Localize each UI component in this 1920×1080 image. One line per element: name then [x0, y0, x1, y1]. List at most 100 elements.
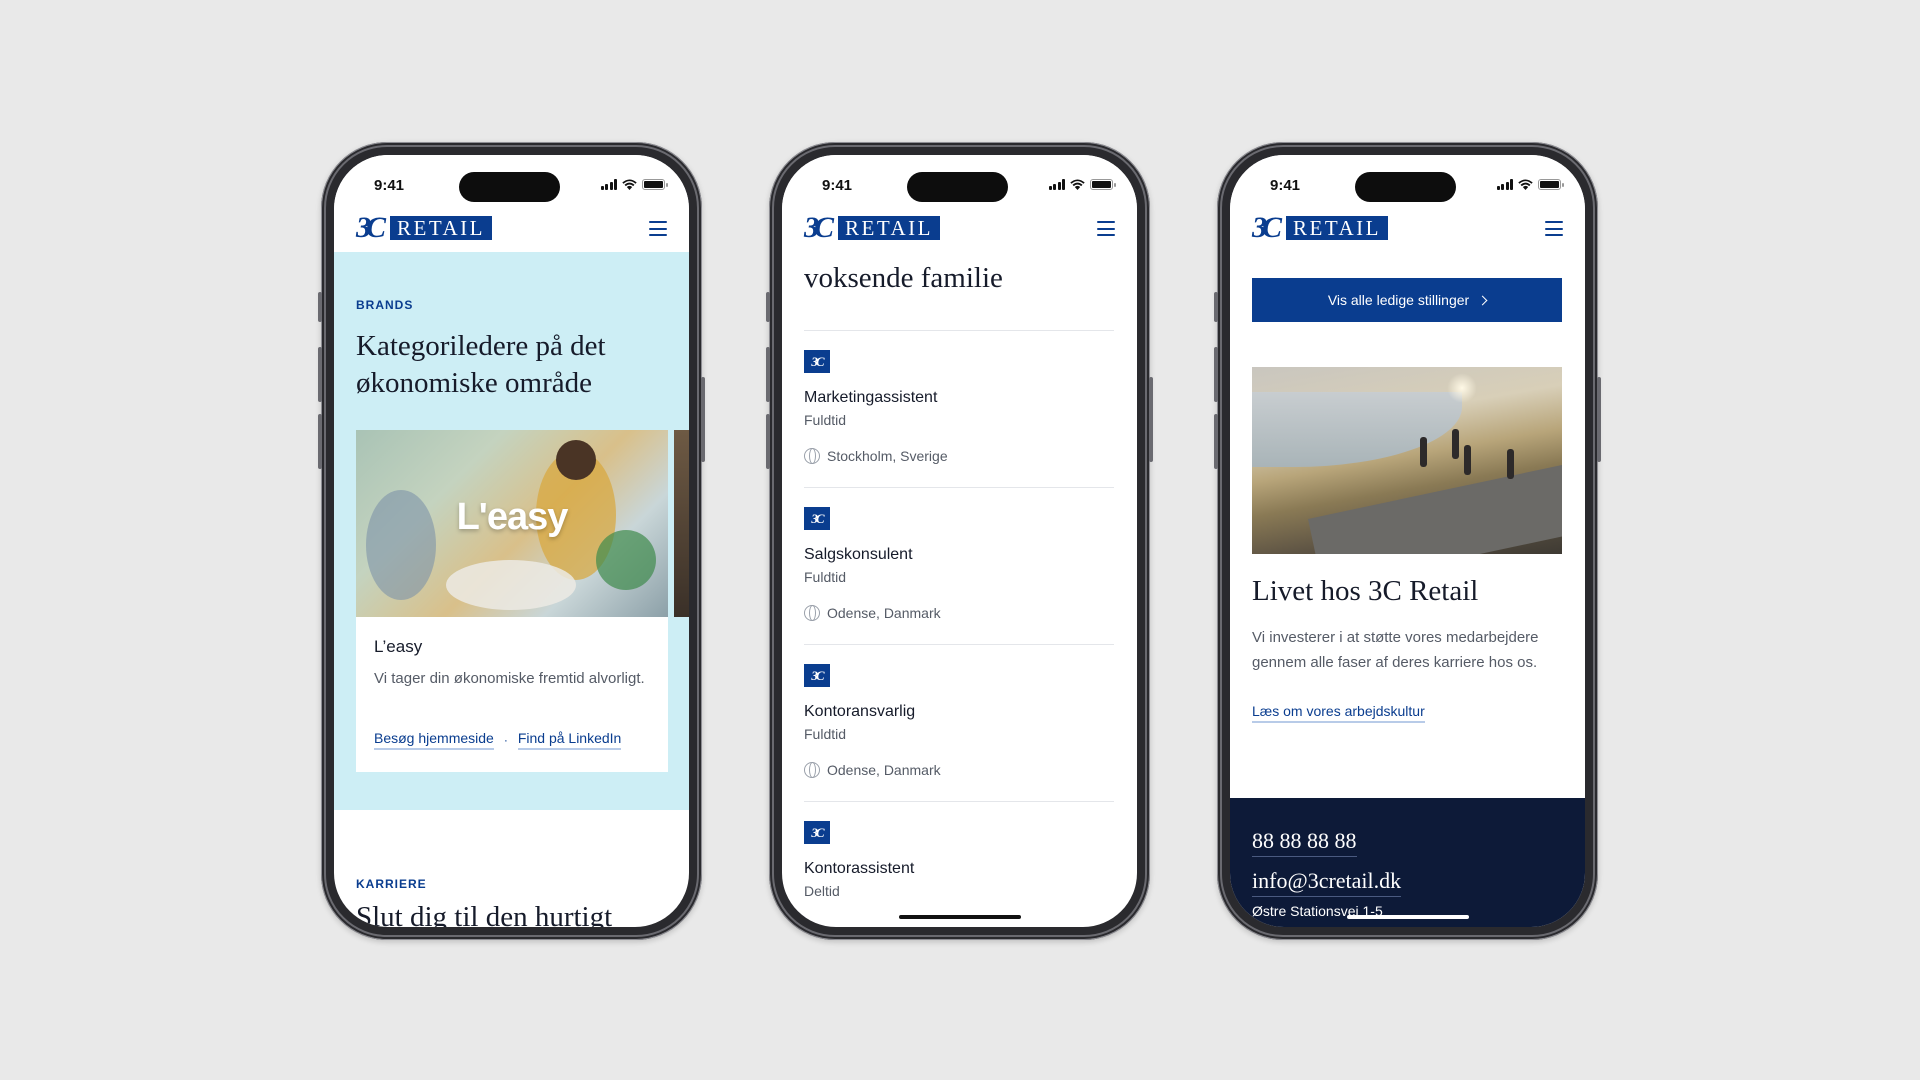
screen: 9:41 3C RETAIL BRANDS Kategoriledere på …	[334, 155, 689, 927]
view-all-jobs-button[interactable]: Vis alle ledige stillinger	[1252, 278, 1562, 322]
status-icons	[600, 179, 668, 190]
status-bar: 9:41	[1230, 155, 1585, 207]
view-all-jobs-label: Vis alle ledige stillinger	[1327, 292, 1470, 308]
job-item[interactable]: 3C Marketingassistent Fuldtid Stockholm,…	[804, 330, 1114, 487]
dynamic-island	[907, 172, 1008, 202]
job-title: Salgskonsulent	[804, 546, 913, 563]
volume-up-button	[318, 347, 322, 402]
next-card-peek[interactable]	[674, 430, 689, 617]
job-location-text: Odense, Danmark	[827, 605, 941, 621]
battery-icon	[1090, 179, 1116, 190]
volume-up-button	[1214, 347, 1218, 402]
company-logo-icon: 3C	[804, 350, 830, 373]
chevron-right-icon	[1477, 295, 1488, 305]
job-type: Fuldtid	[804, 726, 847, 742]
brand-name: L’easy	[374, 637, 423, 656]
work-culture-link[interactable]: Læs om vores arbejdskultur	[1252, 703, 1425, 723]
volume-down-button	[318, 414, 322, 469]
brand-description: Vi tager din økonomiske fremtid alvorlig…	[374, 670, 645, 687]
battery-icon	[642, 179, 668, 190]
status-icons	[1048, 179, 1116, 190]
site-footer: 88 88 88 88 info@3cretail.dk Østre Stati…	[1230, 798, 1585, 927]
status-bar: 9:41	[334, 155, 689, 207]
hamburger-menu-icon[interactable]	[1545, 221, 1563, 236]
job-location: Odense, Danmark	[804, 762, 941, 778]
logo-wordmark: RETAIL	[1286, 216, 1388, 240]
volume-up-button	[766, 347, 770, 402]
culture-description: Vi investerer i at støtte vores medarbej…	[1252, 629, 1539, 671]
power-button	[1149, 377, 1153, 462]
job-title: Marketingassistent	[804, 389, 938, 406]
wifi-icon	[1518, 179, 1533, 190]
dynamic-island	[459, 172, 560, 202]
site-logo[interactable]: 3C RETAIL	[804, 211, 940, 244]
logo-mark: 3C	[804, 211, 834, 244]
mute-switch	[1214, 292, 1218, 322]
hamburger-menu-icon[interactable]	[649, 221, 667, 236]
site-header: 3C RETAIL	[334, 207, 689, 252]
wifi-icon	[1070, 179, 1085, 190]
volume-down-button	[1214, 414, 1218, 469]
globe-icon	[804, 448, 820, 464]
status-time: 9:41	[374, 177, 405, 194]
logo-wordmark: RETAIL	[838, 216, 940, 240]
career-title: Slut dig til den hurtigt	[356, 901, 613, 927]
logo-wordmark: RETAIL	[390, 216, 492, 240]
linkedin-link[interactable]: Find på LinkedIn	[517, 730, 622, 750]
power-button	[1597, 377, 1601, 462]
screen: 9:41 3C RETAIL voksende familie 3C Marke…	[782, 155, 1137, 927]
status-bar: 9:41	[782, 155, 1137, 207]
link-separator: ·	[503, 733, 508, 747]
visit-homepage-link[interactable]: Besøg hjemmeside	[374, 730, 494, 750]
job-location: Stockholm, Sverige	[804, 448, 948, 464]
company-logo-icon: 3C	[804, 507, 830, 530]
brands-section: BRANDS Kategoriledere på det økonomiske …	[334, 252, 689, 810]
hamburger-menu-icon[interactable]	[1097, 221, 1115, 236]
phone-jobs: 9:41 3C RETAIL voksende familie 3C Marke…	[766, 142, 1153, 940]
job-type: Deltid	[804, 883, 840, 899]
brand-image: L'easy	[356, 430, 668, 617]
mute-switch	[766, 292, 770, 322]
job-type: Fuldtid	[804, 569, 847, 585]
home-indicator[interactable]	[1346, 915, 1469, 919]
home-indicator[interactable]	[898, 915, 1021, 919]
volume-down-button	[766, 414, 770, 469]
logo-mark: 3C	[1252, 211, 1282, 244]
globe-icon	[804, 762, 820, 778]
screen: 9:41 3C RETAIL Vis alle ledige stillinge…	[1230, 155, 1585, 927]
status-time: 9:41	[1270, 177, 1301, 194]
career-eyebrow: KARRIERE	[356, 877, 427, 891]
footer-email-link[interactable]: info@3cretail.dk	[1252, 868, 1402, 897]
section-title: voksende familie	[804, 262, 1003, 294]
site-logo[interactable]: 3C RETAIL	[356, 211, 492, 244]
footer-phone-link[interactable]: 88 88 88 88	[1252, 828, 1357, 857]
power-button	[701, 377, 705, 462]
section-eyebrow: BRANDS	[356, 298, 414, 312]
job-item[interactable]: 3C Salgskonsulent Fuldtid Odense, Danmar…	[804, 487, 1114, 644]
logo-mark: 3C	[356, 211, 386, 244]
phone-brands: 9:41 3C RETAIL BRANDS Kategoriledere på …	[318, 142, 705, 940]
job-location: Odense, Danmark	[804, 605, 941, 621]
signal-icon	[600, 179, 617, 190]
site-logo[interactable]: 3C RETAIL	[1252, 211, 1388, 244]
site-header: 3C RETAIL	[1230, 207, 1585, 252]
job-item[interactable]: 3C Kontorassistent Deltid	[804, 801, 1114, 927]
brand-image-wordmark: L'easy	[456, 496, 569, 538]
culture-photo	[1252, 367, 1562, 554]
company-logo-icon: 3C	[804, 664, 830, 687]
culture-title: Livet hos 3C Retail	[1252, 575, 1479, 607]
status-icons	[1496, 179, 1564, 190]
job-item[interactable]: 3C Kontoransvarlig Fuldtid Odense, Danma…	[804, 644, 1114, 801]
brand-card: L'easy L’easy Vi tager din økonomiske fr…	[356, 430, 668, 772]
job-location-text: Stockholm, Sverige	[827, 448, 948, 464]
status-time: 9:41	[822, 177, 853, 194]
section-title: Kategoriledere på det økonomiske område	[356, 330, 606, 399]
dynamic-island	[1355, 172, 1456, 202]
job-title: Kontoransvarlig	[804, 703, 916, 720]
wifi-icon	[622, 179, 637, 190]
phone-culture: 9:41 3C RETAIL Vis alle ledige stillinge…	[1214, 142, 1601, 940]
signal-icon	[1048, 179, 1065, 190]
job-location-text: Odense, Danmark	[827, 762, 941, 778]
mute-switch	[318, 292, 322, 322]
signal-icon	[1496, 179, 1513, 190]
